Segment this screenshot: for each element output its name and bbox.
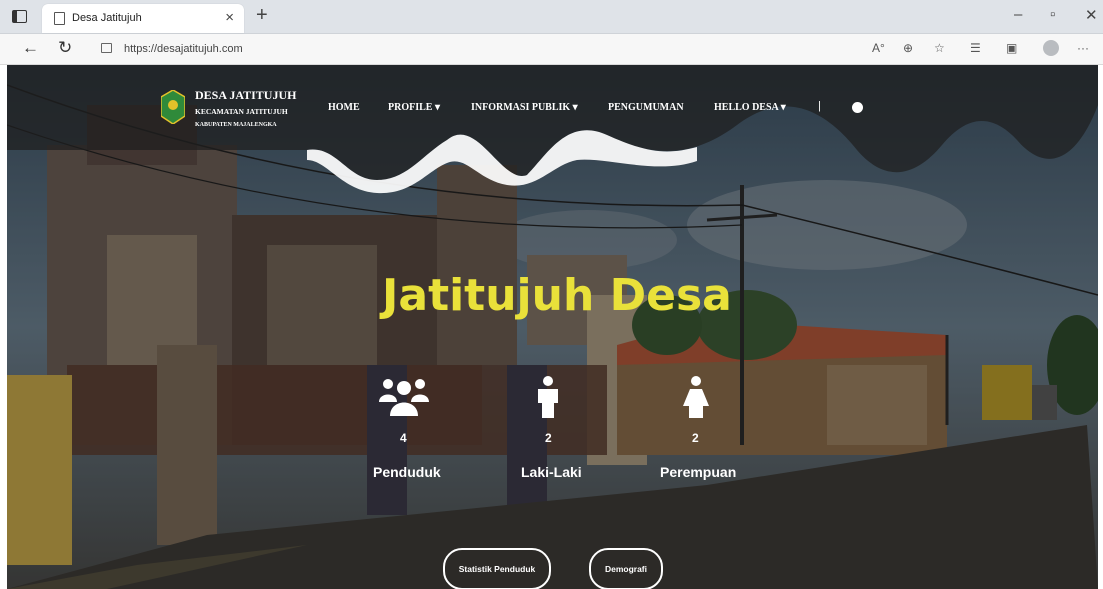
- browser-tab[interactable]: Desa Jatitujuh ×: [42, 4, 244, 33]
- zoom-icon[interactable]: ⊕: [903, 41, 913, 55]
- browser-tab-bar: Desa Jatitujuh × + – ▫ ✕: [0, 0, 1103, 34]
- minimize-icon[interactable]: –: [1014, 6, 1022, 23]
- info-icon[interactable]: [852, 102, 863, 113]
- tab-title: Desa Jatitujuh: [72, 12, 142, 24]
- address-bar-row: ← ↻ https://desajatitujuh.com A° ⊕ ☆ ☰ ▣…: [0, 34, 1103, 65]
- lock-icon: [101, 43, 112, 53]
- favorites-list-icon[interactable]: ☰: [970, 41, 981, 55]
- collections-icon[interactable]: ▣: [1006, 41, 1017, 55]
- village-logo[interactable]: [161, 90, 185, 124]
- laki-laki-label: Laki-Laki: [521, 464, 582, 480]
- statistik-penduduk-button[interactable]: Statistik Penduduk: [443, 548, 551, 589]
- nav-separator: |: [818, 100, 821, 112]
- page-heading: Jatitujuh Desa: [382, 270, 732, 321]
- hero-background: [7, 65, 1098, 589]
- back-icon[interactable]: ←: [22, 38, 39, 58]
- page-icon: [54, 12, 65, 25]
- brand-subtitle-kecamatan: KECAMATAN JATITUJUH: [195, 107, 288, 116]
- close-tab-icon[interactable]: ×: [225, 9, 234, 26]
- read-aloud-icon[interactable]: A°: [872, 41, 885, 55]
- more-options-icon[interactable]: ···: [1077, 41, 1089, 55]
- perempuan-count: 2: [692, 431, 699, 445]
- people-group-icon: [379, 379, 429, 416]
- profile-avatar[interactable]: [1043, 40, 1059, 56]
- restore-icon[interactable]: ▫: [1050, 6, 1055, 23]
- hero-section: DESA JATITUJUH KECAMATAN JATITUJUH KABUP…: [7, 65, 1098, 589]
- favorite-icon[interactable]: ☆: [934, 41, 945, 55]
- demografi-button[interactable]: Demografi: [589, 548, 663, 589]
- nav-hello-desa[interactable]: HELLO DESA ▾: [714, 102, 786, 113]
- url-field[interactable]: https://desajatitujuh.com: [88, 38, 848, 60]
- nav-informasi-publik[interactable]: INFORMASI PUBLIK ▾: [471, 102, 578, 113]
- penduduk-count: 4: [400, 431, 407, 445]
- tab-actions-icon[interactable]: [12, 10, 27, 23]
- nav-profile[interactable]: PROFILE ▾: [388, 102, 440, 113]
- perempuan-label: Perempuan: [660, 464, 737, 480]
- penduduk-label: Penduduk: [373, 464, 441, 480]
- male-icon: [538, 376, 558, 418]
- refresh-icon[interactable]: ↻: [58, 38, 72, 58]
- nav-pengumuman[interactable]: PENGUMUMAN: [608, 102, 684, 113]
- female-icon: [683, 376, 709, 418]
- close-window-icon[interactable]: ✕: [1085, 6, 1098, 24]
- brand-name[interactable]: DESA JATITUJUH: [195, 88, 296, 103]
- url-text: https://desajatitujuh.com: [124, 43, 243, 55]
- brand-subtitle-kabupaten: KABUPATEN MAJALENGKA: [195, 122, 277, 128]
- new-tab-icon[interactable]: +: [256, 4, 268, 27]
- laki-laki-count: 2: [545, 431, 552, 445]
- nav-home[interactable]: HOME: [328, 102, 360, 113]
